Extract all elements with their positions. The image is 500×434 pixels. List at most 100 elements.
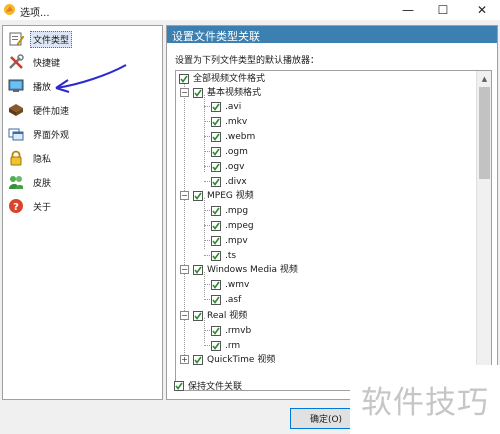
tree-group-mpeg[interactable]: MPEG 视频 (193, 189, 254, 202)
checkbox[interactable] (211, 146, 221, 157)
skin-icon (7, 174, 24, 191)
check-icon (194, 356, 202, 364)
tree-item-label: .rm (225, 340, 241, 351)
tree-item-label: .rmvb (225, 325, 252, 336)
minimize-icon: — (402, 3, 414, 17)
tree-connector (204, 166, 210, 167)
tree-item-ogv[interactable]: .ogv (211, 160, 244, 173)
tree-item-ts[interactable]: .ts (211, 249, 236, 262)
check-icon (212, 252, 220, 260)
sidebar-item-about[interactable]: ? 关于 (4, 195, 161, 217)
keep-association-checkbox[interactable] (174, 380, 184, 391)
tree-connector (204, 210, 210, 211)
tree-connector (204, 330, 210, 331)
check-icon (194, 192, 202, 200)
tree-group-basic[interactable]: 基本视频格式 (193, 86, 261, 99)
collapse-icon[interactable]: − (180, 265, 189, 274)
panel-description: 设置为下列文件类型的默认播放器： (175, 56, 320, 66)
checkbox[interactable] (211, 131, 221, 142)
check-icon (194, 266, 202, 274)
sidebar-item-privacy[interactable]: 隐私 (4, 147, 161, 169)
tree-group-label: QuickTime 视频 (207, 354, 276, 365)
tree-item-ogm[interactable]: .ogm (211, 145, 248, 158)
tree-connector (204, 121, 210, 122)
tree-connector (204, 255, 210, 256)
tree-item-avi[interactable]: .avi (211, 100, 241, 113)
check-icon (212, 133, 220, 141)
checkbox[interactable] (193, 190, 203, 201)
tree-group-windows-media[interactable]: Windows Media 视频 (193, 263, 298, 276)
tree-scrollbar[interactable]: ▲ ▼ (476, 71, 491, 390)
checkbox[interactable] (211, 176, 221, 187)
checkbox[interactable] (193, 310, 203, 321)
tree-item-wmv[interactable]: .wmv (211, 278, 249, 291)
sidebar-item-label: 硬件加速 (33, 106, 70, 117)
scrollbar-thumb[interactable] (479, 87, 490, 179)
checkbox[interactable] (211, 116, 221, 127)
checkbox[interactable] (211, 325, 221, 336)
collapse-icon[interactable]: − (180, 311, 189, 320)
sidebar-item-file-type[interactable]: 文件类型 (4, 28, 161, 50)
check-icon (212, 342, 220, 350)
checkbox[interactable] (193, 87, 203, 98)
tree-connector (204, 181, 210, 182)
check-icon (212, 327, 220, 335)
tree-item-label: .divx (225, 176, 247, 187)
check-icon (212, 296, 220, 304)
tree-item-asf[interactable]: .asf (211, 293, 241, 306)
tree-item-webm[interactable]: .webm (211, 130, 255, 143)
tree-group-real[interactable]: Real 视频 (193, 309, 247, 322)
check-icon (212, 237, 220, 245)
sidebar-item-hardware-acceleration[interactable]: 硬件加速 (4, 99, 161, 121)
collapse-icon[interactable]: − (180, 88, 189, 97)
svg-text:?: ? (13, 202, 19, 213)
expand-icon[interactable]: + (180, 355, 189, 364)
tree-item-mkv[interactable]: .mkv (211, 115, 247, 128)
checkbox[interactable] (179, 73, 189, 84)
tree-item-label: .mkv (225, 116, 248, 127)
checkbox[interactable] (193, 264, 203, 275)
tree-item-label: .mpeg (225, 220, 254, 231)
checkbox[interactable] (211, 205, 221, 216)
panel-header: 设置文件类型关联 (167, 26, 497, 43)
checkbox[interactable] (211, 340, 221, 351)
tree-item-label: .mpg (225, 205, 249, 216)
tree-item-all-video[interactable]: 全部视频文件格式 (179, 72, 265, 85)
maximize-icon: ☐ (437, 3, 449, 17)
hardware-icon (7, 102, 24, 119)
sidebar-item-label: 关于 (33, 202, 52, 213)
tree-item-divx[interactable]: .divx (211, 175, 247, 188)
close-button[interactable]: ✕ (466, 0, 498, 20)
checkbox[interactable] (211, 279, 221, 290)
checkbox[interactable] (211, 294, 221, 305)
window-icon (7, 126, 24, 143)
check-icon (212, 163, 220, 171)
scroll-up-button[interactable]: ▲ (477, 71, 491, 86)
file-type-icon (7, 31, 24, 48)
keep-association-option[interactable]: 保持文件关联 (174, 379, 242, 392)
sidebar: 文件类型 快捷键 播放 硬件加速 界面外观 隐私 皮肤 ? 关于 (2, 25, 163, 400)
tree-connector (204, 136, 210, 137)
checkbox[interactable] (193, 354, 203, 365)
tree-item-rm[interactable]: .rm (211, 339, 240, 352)
tree-group-quicktime[interactable]: QuickTime 视频 (193, 353, 275, 366)
checkbox[interactable] (211, 220, 221, 231)
tree-item-mpg[interactable]: .mpg (211, 204, 248, 217)
checkbox[interactable] (211, 101, 221, 112)
checkbox[interactable] (211, 250, 221, 261)
sidebar-item-appearance[interactable]: 界面外观 (4, 123, 161, 145)
sidebar-item-skin[interactable]: 皮肤 (4, 171, 161, 193)
title-bar: 选项... — ☐ ✕ (0, 0, 500, 20)
tree-item-rmvb[interactable]: .rmvb (211, 324, 251, 337)
checkbox[interactable] (211, 235, 221, 246)
tree-item-mpeg[interactable]: .mpeg (211, 219, 254, 232)
close-icon: ✕ (476, 3, 488, 17)
tree-connector (204, 240, 210, 241)
minimize-button[interactable]: — (392, 0, 424, 20)
checkbox[interactable] (211, 161, 221, 172)
maximize-button[interactable]: ☐ (427, 0, 459, 20)
tree-item-label: .avi (225, 101, 242, 112)
help-icon: ? (7, 198, 24, 215)
tree-item-mpv[interactable]: .mpv (211, 234, 248, 247)
collapse-icon[interactable]: − (180, 191, 189, 200)
